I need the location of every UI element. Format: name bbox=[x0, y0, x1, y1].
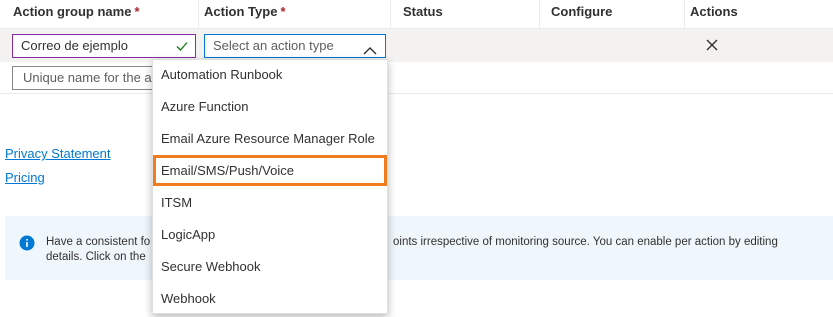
column-divider bbox=[198, 0, 199, 29]
column-header-name-label: Action group name bbox=[13, 4, 132, 19]
action-type-select[interactable]: Select an action type bbox=[204, 34, 386, 58]
dropdown-option[interactable]: Azure Function bbox=[161, 97, 248, 117]
row-divider bbox=[0, 93, 833, 94]
column-header-type: Action Type * bbox=[204, 0, 286, 29]
highlight-box bbox=[153, 155, 387, 186]
action-group-name-value: Correo de ejemplo bbox=[21, 38, 128, 53]
banner-text-line1-right: oints irrespective of monitoring source.… bbox=[393, 236, 778, 248]
new-action-name-input[interactable]: Unique name for the ac bbox=[12, 66, 160, 90]
column-header-name: Action group name * bbox=[13, 0, 140, 29]
pricing-link[interactable]: Pricing bbox=[5, 170, 45, 185]
column-divider bbox=[684, 0, 685, 29]
action-group-name-input[interactable]: Correo de ejemplo bbox=[12, 34, 196, 58]
dropdown-option[interactable]: Automation Runbook bbox=[161, 65, 282, 85]
column-header-actions: Actions bbox=[690, 4, 738, 19]
banner-text-line2-left: details. Click on the bbox=[46, 251, 146, 263]
check-icon bbox=[175, 38, 189, 60]
dropdown-option[interactable]: Webhook bbox=[161, 289, 216, 309]
dropdown-option[interactable]: Email Azure Resource Manager Role bbox=[161, 129, 375, 149]
column-header-configure: Configure bbox=[551, 4, 613, 19]
info-banner bbox=[5, 216, 833, 280]
required-marker: * bbox=[280, 4, 286, 19]
column-divider bbox=[539, 0, 540, 29]
column-divider bbox=[390, 0, 391, 29]
banner-text-line1-left: Have a consistent fo bbox=[46, 236, 151, 248]
column-header-type-label: Action Type bbox=[204, 4, 278, 19]
required-marker: * bbox=[134, 4, 140, 19]
action-type-placeholder: Select an action type bbox=[213, 38, 334, 53]
dropdown-option[interactable]: ITSM bbox=[161, 193, 192, 213]
dropdown-option[interactable]: Secure Webhook bbox=[161, 257, 261, 277]
dropdown-option[interactable]: LogicApp bbox=[161, 225, 215, 245]
column-header-status: Status bbox=[403, 4, 443, 19]
close-icon[interactable] bbox=[705, 38, 719, 55]
info-icon bbox=[19, 235, 35, 254]
privacy-statement-link[interactable]: Privacy Statement bbox=[5, 146, 111, 161]
new-action-name-placeholder: Unique name for the ac bbox=[23, 70, 159, 85]
action-type-dropdown: Automation Runbook Azure Function Email … bbox=[152, 59, 388, 314]
